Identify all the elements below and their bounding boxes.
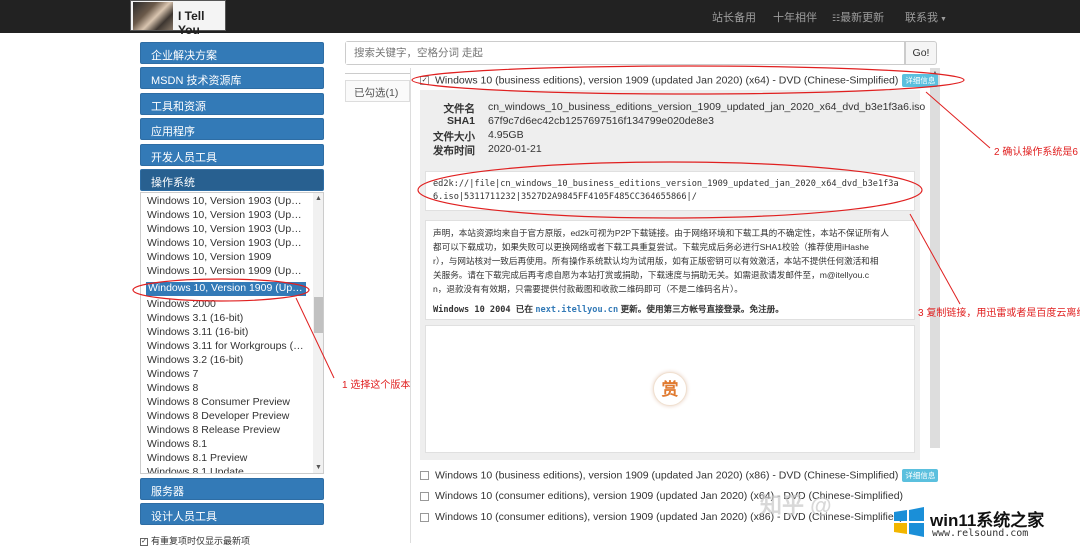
sidebar-category-devtools[interactable]: 开发人员工具 bbox=[140, 144, 324, 166]
os-list-item[interactable]: Windows 10, Version 1903 (Upda... bbox=[147, 237, 307, 251]
annotation-3: 3 复制链接，用迅雷或者是百度云离线 bbox=[918, 308, 1080, 319]
os-list-item[interactable]: Windows 8 Release Preview bbox=[147, 424, 307, 438]
scroll-up-icon[interactable]: ▲ bbox=[314, 194, 323, 203]
windows-logo-pane bbox=[909, 507, 924, 521]
os-list-item[interactable]: Windows 3.2 (16-bit) bbox=[147, 354, 307, 368]
os-list-scrollbar[interactable] bbox=[313, 193, 323, 473]
nav-link-contact[interactable]: 联系我 ▼ bbox=[905, 9, 947, 25]
sidebar-category-apps[interactable]: 应用程序 bbox=[140, 118, 324, 140]
result-title: Windows 10 (consumer editions), version … bbox=[435, 490, 904, 502]
os-version-list[interactable]: Windows 10, Version 1903 (Upda... Window… bbox=[140, 192, 324, 474]
nav-link-latest[interactable]: ☷最新更新 bbox=[832, 9, 884, 25]
notice-line: 关服务。请在下载完成后再考虑自愿为本站打赏或捐助，下载速度与捐助无关。如需退款请… bbox=[433, 270, 870, 280]
checkbox-checked-icon[interactable]: ✓ bbox=[140, 537, 148, 546]
os-list-item[interactable]: Windows 7 bbox=[147, 368, 307, 382]
result-row-selected[interactable]: ✓ Windows 10 (business editions), version… bbox=[420, 74, 939, 90]
results-scrollbar[interactable] bbox=[930, 68, 940, 448]
go-button[interactable]: Go! bbox=[905, 41, 937, 65]
sidebar-category-enterprise[interactable]: 企业解决方案 bbox=[140, 42, 324, 64]
os-list-item[interactable]: Windows 10, Version 1909 (Upda... bbox=[147, 265, 307, 279]
latest-only-label: 有重复项时仅显示最新项 bbox=[151, 536, 251, 546]
logo-photo bbox=[133, 2, 173, 30]
ed2k-link-box[interactable]: ed2k://|file|cn_windows_10_business_edit… bbox=[425, 171, 915, 211]
watermark-url: www.relsound.com bbox=[932, 528, 1029, 539]
notice-footer: Windows 10 2004 已在 next.itellyou.cn 更新。使… bbox=[433, 302, 907, 317]
os-list-item[interactable]: Windows 8.1 Update bbox=[147, 466, 307, 473]
os-list-item[interactable]: Windows 10, Version 1903 (Upda... bbox=[147, 223, 307, 237]
result-title: Windows 10 (business editions), version … bbox=[435, 469, 899, 482]
checkbox-checked-icon[interactable]: ✓ bbox=[420, 76, 429, 85]
detail-value-sha1: 67f9c7d6ec42cb1257697516f134799e020de8e3 bbox=[488, 115, 714, 127]
search-box bbox=[345, 41, 905, 65]
detail-key-date: 发布时间 bbox=[433, 145, 475, 157]
detail-value-size: 4.95GB bbox=[488, 129, 524, 141]
notice-footer-pre: Windows 10 2004 已在 bbox=[433, 305, 533, 315]
os-list-item[interactable]: Windows 3.11 for Workgroups (1... bbox=[147, 340, 307, 354]
details-badge[interactable]: 详细信息 bbox=[902, 469, 939, 482]
logo-text: I Tell You bbox=[178, 9, 205, 37]
os-list-item[interactable]: Windows 8.1 Preview bbox=[147, 452, 307, 466]
sidebar-category-tools[interactable]: 工具和资源 bbox=[140, 93, 324, 115]
os-list-item[interactable]: Windows 3.1 (16-bit) bbox=[147, 312, 307, 326]
detail-key-size: 文件大小 bbox=[433, 131, 475, 143]
os-list-item[interactable]: Windows 8 Consumer Preview bbox=[147, 396, 307, 410]
nav-link-latest-label: 最新更新 bbox=[840, 12, 885, 24]
windows-logo-pane bbox=[894, 510, 907, 521]
os-list-item[interactable]: Windows 2000 bbox=[147, 298, 307, 312]
annotation-1: 1 选择这个版本 bbox=[342, 380, 411, 391]
sidebar-category-msdn[interactable]: MSDN 技术资源库 bbox=[140, 67, 324, 89]
site-watermark: win11系统之家 www.relsound.com bbox=[892, 503, 1072, 543]
details-badge[interactable]: 详细信息 bbox=[902, 74, 939, 87]
notice-line: 声明，本站资源均来自于官方原版，ed2k可视为P2P下载链接。由于网络环境和下载… bbox=[433, 228, 889, 238]
os-list-item[interactable]: Windows 8 Developer Preview bbox=[147, 410, 307, 424]
os-list-item[interactable]: Windows 8.1 bbox=[147, 438, 307, 452]
notice-line: n，退款没有有效期，只需要提供付款截图和收款二维码即可（不是二维码名片）。 bbox=[433, 284, 743, 294]
sidebar-category-os[interactable]: 操作系统 bbox=[140, 169, 324, 191]
notice-line: r），与网站核对一致后再使用。所有操作系统默认均为试用版，如有正版密钥可以有效激… bbox=[433, 256, 879, 266]
zhihu-watermark: 知乎 @ bbox=[760, 493, 832, 518]
next-itellyou-link[interactable]: next.itellyou.cn bbox=[535, 305, 618, 315]
os-list-item[interactable]: Windows 3.11 (16-bit) bbox=[147, 326, 307, 340]
nav-link-contact-label: 联系我 bbox=[905, 12, 938, 24]
site-logo[interactable]: I Tell You bbox=[130, 0, 226, 37]
windows-logo-icon bbox=[894, 507, 924, 537]
annotation-2: 2 确认操作系统是6 bbox=[994, 147, 1078, 158]
disclaimer-notice: 声明，本站资源均来自于官方原版，ed2k可视为P2P下载链接。由于网络环境和下载… bbox=[425, 220, 915, 320]
os-list-item[interactable]: Windows 10, Version 1903 (Upda... bbox=[147, 209, 307, 223]
detail-key-sha1: SHA1 bbox=[446, 115, 475, 127]
reward-button[interactable]: 赏 bbox=[653, 372, 687, 406]
latest-only-option[interactable]: ✓ 有重复项时仅显示最新项 bbox=[140, 534, 250, 547]
tab-divider bbox=[345, 73, 410, 75]
notice-line: 都可以下载成功，如果失败可以更换网络或者下载工具重复尝试。下载完成后务必进行SH… bbox=[433, 242, 869, 252]
sidebar-category-designer[interactable]: 设计人员工具 bbox=[140, 503, 324, 525]
search-input[interactable] bbox=[346, 42, 904, 64]
result-title: Windows 10 (business editions), version … bbox=[435, 74, 899, 87]
caret-down-icon: ▼ bbox=[938, 16, 947, 23]
checkbox-icon[interactable] bbox=[420, 491, 429, 501]
result-row[interactable]: Windows 10 (business editions), version … bbox=[420, 469, 939, 485]
top-navbar: I Tell You 站长备用 十年相伴 ☷最新更新 联系我 ▼ bbox=[0, 0, 1080, 37]
os-list-item[interactable]: Windows 10, Version 1903 (Upda... bbox=[147, 195, 307, 209]
nav-link-backup[interactable]: 站长备用 bbox=[712, 9, 756, 25]
sidebar-category-server[interactable]: 服务器 bbox=[140, 478, 324, 500]
rss-icon: ☷ bbox=[832, 13, 841, 23]
os-list-scroll-thumb[interactable] bbox=[314, 297, 323, 333]
detail-value-date: 2020-01-21 bbox=[488, 143, 542, 155]
detail-value-filename: cn_windows_10_business_editions_version_… bbox=[488, 101, 926, 113]
notice-footer-post: 更新。使用第三方帐号直接登录。免注册。 bbox=[620, 304, 784, 314]
os-list-item[interactable]: Windows 10, Version 1909 bbox=[147, 251, 307, 265]
os-list-item[interactable]: Windows 8 bbox=[147, 382, 307, 396]
windows-logo-pane bbox=[909, 523, 924, 537]
checkbox-icon[interactable] bbox=[420, 471, 429, 480]
detail-key-filename: 文件名 bbox=[443, 103, 476, 115]
checkbox-icon[interactable] bbox=[420, 512, 429, 522]
nav-link-decade[interactable]: 十年相伴 bbox=[773, 9, 817, 25]
result-title: Windows 10 (consumer editions), version … bbox=[435, 511, 904, 523]
scroll-down-icon[interactable]: ▼ bbox=[314, 463, 323, 472]
windows-logo-pane bbox=[894, 523, 907, 534]
os-list-item-selected[interactable]: Windows 10, Version 1909 (Upd... bbox=[146, 282, 306, 296]
tab-selected[interactable]: 已勾选(1) bbox=[345, 80, 410, 102]
